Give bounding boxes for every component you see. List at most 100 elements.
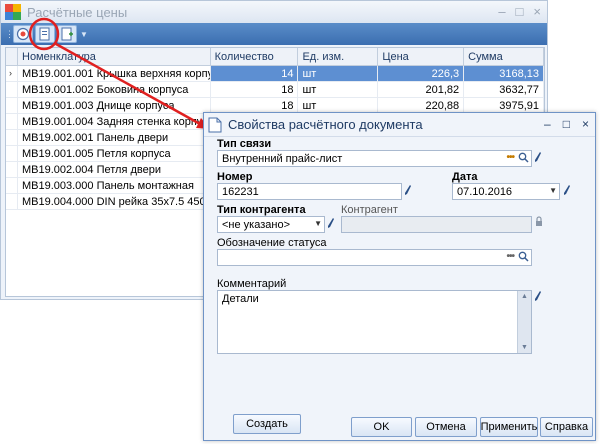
number-value: 162231 [222, 186, 259, 198]
dialog-close-button[interactable]: × [582, 117, 589, 131]
row-indicator [6, 146, 18, 161]
contractor-type-field[interactable]: <не указано> ▼ [217, 216, 325, 233]
cell-sum[interactable]: 3168,13 [464, 66, 544, 81]
edit-pencil-icon[interactable] [404, 184, 412, 196]
edit-pencil-icon[interactable] [534, 151, 542, 163]
row-indicator [6, 178, 18, 193]
column-header-quantity[interactable]: Количество [211, 48, 299, 65]
cell-name[interactable]: МВ19.001.002 Боковина корпуса [18, 82, 211, 97]
dialog-minimize-button[interactable]: – [544, 117, 551, 131]
window-title: Расчётные цены [27, 4, 128, 20]
create-button[interactable]: Создать [233, 414, 301, 434]
comment-label: Комментарий [217, 278, 287, 290]
properties-dialog: Свойства расчётного документа – □ × Тип … [203, 112, 596, 441]
link-type-buttons: ••• [506, 152, 529, 163]
contractor-field [341, 216, 532, 233]
contractor-label: Контрагент [341, 204, 398, 216]
comment-value: Детали [222, 293, 259, 305]
apply-button[interactable]: Применить [480, 417, 538, 437]
column-header-price[interactable]: Цена [378, 48, 465, 65]
minimize-button[interactable]: – [498, 4, 505, 19]
cell-name[interactable]: МВ19.001.005 Петля корпуса [18, 146, 211, 161]
dialog-titlebar: Свойства расчётного документа – □ × [204, 113, 595, 137]
disk-refresh-icon [16, 27, 30, 41]
date-buttons: ▼ [549, 186, 557, 195]
cancel-button[interactable]: Отмена [415, 417, 477, 437]
cell-unit[interactable]: шт [298, 98, 379, 113]
chevron-down-icon[interactable]: ▼ [314, 219, 322, 228]
table-row[interactable]: › МВ19.001.001 Крышка верхняя корпуса 14 шт… [6, 66, 544, 82]
link-type-value: Внутренний прайс-лист [222, 153, 343, 165]
row-indicator [6, 194, 18, 209]
dialog-maximize-button[interactable]: □ [563, 117, 570, 131]
cell-price[interactable]: 226,3 [378, 66, 465, 81]
comment-textarea[interactable]: Детали ▲ ▼ [217, 290, 532, 354]
refresh-button[interactable] [13, 25, 33, 43]
cell-name[interactable]: МВ19.001.004 Задняя стенка корпуса [18, 114, 211, 129]
row-indicator [6, 98, 18, 113]
date-label: Дата [452, 171, 478, 183]
date-value: 07.10.2016 [457, 186, 513, 198]
chevron-down-icon[interactable]: ▼ [80, 30, 88, 39]
row-indicator [6, 82, 18, 97]
ellipsis-button[interactable]: ••• [506, 152, 514, 163]
contractor-type-label: Тип контрагента [217, 204, 306, 216]
scroll-up-icon[interactable]: ▲ [521, 293, 528, 300]
cell-name[interactable]: МВ19.001.003 Днище корпуса [18, 98, 211, 113]
close-button[interactable]: × [533, 4, 541, 19]
cell-name[interactable]: МВ19.001.001 Крышка верхняя корпуса [18, 66, 211, 81]
cell-name[interactable]: МВ19.002.004 Петля двери [18, 162, 211, 177]
cell-price[interactable]: 201,82 [378, 82, 465, 97]
scroll-down-icon[interactable]: ▼ [521, 344, 528, 351]
help-button[interactable]: Справка [540, 417, 593, 437]
ok-button[interactable]: OK [351, 417, 412, 437]
cell-sum[interactable]: 3975,91 [464, 98, 544, 113]
link-type-field[interactable]: Внутренний прайс-лист ••• [217, 150, 532, 167]
ellipsis-button[interactable]: ••• [506, 251, 514, 262]
lock-icon [536, 216, 542, 226]
cell-quantity[interactable]: 18 [211, 82, 299, 97]
status-label: Обозначение статуса [217, 237, 327, 249]
row-indicator [6, 130, 18, 145]
document-icon [208, 117, 222, 132]
cell-unit[interactable]: шт [298, 82, 379, 97]
document-add-icon [61, 27, 73, 41]
header-indicator-cell [6, 48, 18, 65]
search-icon[interactable] [518, 152, 529, 163]
link-type-label: Тип связи [217, 138, 272, 150]
table-row[interactable]: МВ19.001.002 Боковина корпуса 18 шт 201,82 3… [6, 82, 544, 98]
column-header-unit[interactable]: Ед. изм. [298, 48, 379, 65]
row-indicator [6, 162, 18, 177]
cell-quantity[interactable]: 18 [211, 98, 299, 113]
number-field[interactable]: 162231 [217, 183, 402, 200]
chevron-down-icon[interactable]: ▼ [549, 186, 557, 195]
comment-scrollbar[interactable]: ▲ ▼ [517, 291, 531, 353]
number-label: Номер [217, 171, 253, 183]
dialog-title: Свойства расчётного документа [228, 117, 423, 132]
row-indicator [6, 114, 18, 129]
cell-sum[interactable]: 3632,77 [464, 82, 544, 97]
cell-name[interactable]: МВ19.002.001 Панель двери [18, 130, 211, 145]
status-field[interactable]: ••• [217, 249, 532, 266]
document-add-button[interactable] [57, 25, 77, 43]
search-icon[interactable] [518, 251, 529, 262]
grid-header: Номенклатура Количество Ед. изм. Цена Су… [6, 48, 544, 66]
cell-name[interactable]: МВ19.003.000 Панель монтажная [18, 178, 211, 193]
date-field[interactable]: 07.10.2016 ▼ [452, 183, 560, 200]
contractor-type-buttons: ▼ [314, 219, 322, 228]
toolbar: ⋮ ▼ [1, 23, 547, 45]
main-titlebar: Расчётные цены – □ × [1, 1, 547, 23]
cell-unit[interactable]: шт [298, 66, 379, 81]
cell-price[interactable]: 220,88 [378, 98, 465, 113]
maximize-button[interactable]: □ [516, 4, 524, 19]
document-properties-button[interactable] [35, 25, 55, 43]
edit-pencil-icon[interactable] [534, 290, 542, 302]
cell-name[interactable]: МВ19.004.000 DIN рейка 35х7.5 450мм [18, 194, 211, 209]
status-buttons: ••• [506, 251, 529, 262]
column-header-name[interactable]: Номенклатура [18, 48, 211, 65]
toolbar-grip[interactable]: ⋮ [5, 29, 14, 40]
edit-pencil-icon[interactable] [327, 217, 335, 229]
cell-quantity[interactable]: 14 [210, 66, 299, 81]
column-header-sum[interactable]: Сумма [464, 48, 544, 65]
edit-pencil-icon[interactable] [563, 184, 571, 196]
